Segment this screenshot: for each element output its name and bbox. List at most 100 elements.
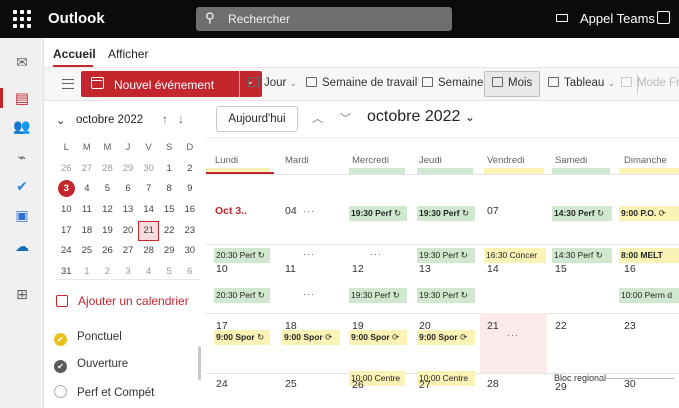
calendar-event[interactable]: 9:00 Spor ⟳ — [282, 330, 340, 345]
mini-calendar-day[interactable]: 13 — [118, 200, 139, 221]
tab-accueil[interactable]: Accueil — [53, 47, 96, 61]
date-label[interactable]: 11 — [285, 263, 296, 275]
mini-calendar-today[interactable]: 3 — [56, 179, 77, 200]
mini-calendar-day[interactable]: 20 — [118, 221, 139, 242]
scrollbar[interactable] — [198, 346, 201, 380]
calendar-item-ouverture[interactable]: ✔ Ouverture — [54, 358, 128, 373]
more-events[interactable]: ··· — [370, 249, 382, 259]
calendar-event[interactable]: 9:00 P.O. ⟳ — [619, 206, 679, 221]
date-label[interactable]: 24 — [216, 378, 228, 390]
mini-calendar-day[interactable]: 10 — [56, 200, 77, 221]
collapse-chevron-icon[interactable]: ⌄ — [56, 114, 65, 127]
date-label[interactable]: 25 — [285, 378, 297, 390]
mini-calendar-day[interactable]: 27 — [118, 241, 139, 262]
board-button[interactable]: Tableau ⌄ — [548, 77, 615, 89]
month-title[interactable]: octobre 2022 ⌄ — [367, 108, 475, 126]
date-label[interactable]: 04 — [285, 205, 297, 217]
people-icon[interactable]: 👥 — [11, 115, 33, 137]
mini-calendar-day[interactable]: 29 — [159, 241, 180, 262]
mini-calendar-day[interactable]: 23 — [179, 221, 200, 242]
mini-calendar-day[interactable]: 14 — [138, 200, 159, 221]
next-month-icon[interactable]: ﹀ — [340, 110, 351, 126]
calendar-event[interactable]: 9:00 Spor ⟳ — [349, 330, 407, 345]
calendar-event[interactable]: 19:30 Perf ↻ — [417, 288, 475, 303]
mini-calendar-day[interactable]: 24 — [56, 241, 77, 262]
calendar-event[interactable]: 19:30 Perf ↻ — [417, 206, 475, 221]
mini-calendar-day[interactable]: 11 — [77, 200, 98, 221]
calendar-event[interactable]: 10:00 Perm d — [619, 288, 679, 303]
date-label[interactable]: 29 — [555, 381, 567, 393]
calendar-item-ponctuel[interactable]: ✔ Ponctuel — [54, 331, 122, 346]
more-events[interactable]: ··· — [303, 249, 315, 259]
split-view-button[interactable]: Mode Fra — [621, 77, 679, 89]
week-view-button[interactable]: Semaine — [422, 77, 483, 89]
mini-calendar-day[interactable]: 17 — [56, 221, 77, 242]
app-launcher-icon[interactable] — [12, 9, 32, 29]
mini-calendar-day[interactable]: 7 — [138, 179, 159, 200]
date-label[interactable]: 15 — [555, 263, 567, 275]
teams-icon[interactable]: ▣ — [11, 204, 33, 226]
date-label[interactable]: 07 — [487, 205, 499, 217]
mini-calendar-day[interactable]: 6 — [118, 179, 139, 200]
calendar-icon[interactable]: ▤ — [11, 87, 33, 109]
date-label[interactable]: 14 — [487, 263, 499, 275]
calendar-event[interactable]: 19:30 Perf ↻ — [349, 206, 407, 221]
date-label[interactable]: 13 — [419, 263, 431, 275]
date-label[interactable]: 28 — [487, 378, 499, 390]
date-label[interactable]: 22 — [555, 320, 567, 332]
menu-icon[interactable] — [62, 79, 74, 89]
mini-calendar-day[interactable]: 22 — [159, 221, 180, 242]
today-button[interactable]: Aujourd'hui — [216, 106, 298, 132]
onedrive-icon[interactable]: ☁ — [11, 235, 33, 257]
mini-calendar-day[interactable]: 30 — [179, 241, 200, 262]
add-calendar-button[interactable]: Ajouter un calendrier — [56, 294, 189, 308]
date-label[interactable]: 16 — [624, 263, 636, 275]
more-events[interactable]: ··· — [303, 289, 315, 299]
date-label[interactable]: Oct 3.. — [215, 205, 247, 217]
mini-calendar-day[interactable]: 12 — [97, 200, 118, 221]
calendar-event[interactable]: 14:30 Perf ↻ — [552, 206, 612, 221]
mini-calendar-day[interactable]: 9 — [179, 179, 200, 200]
mini-calendar-day[interactable]: 19 — [97, 221, 118, 242]
mini-calendar-day[interactable]: 25 — [77, 241, 98, 262]
date-label[interactable]: 26 — [352, 379, 364, 391]
calendar-event[interactable]: 9:00 Spor ↻ — [214, 330, 270, 345]
attachment-icon[interactable]: ⌁ — [11, 146, 33, 168]
mini-calendar-day[interactable]: 26 — [56, 159, 77, 180]
mini-calendar-day[interactable]: 27 — [77, 159, 98, 180]
more-events[interactable]: ··· — [303, 206, 315, 216]
mini-calendar-day[interactable]: 2 — [179, 159, 200, 180]
date-label[interactable]: 23 — [624, 320, 636, 332]
mini-calendar-nav[interactable]: ↑↓ — [162, 112, 194, 126]
day-view-button[interactable]: Jour ⌄ — [248, 77, 297, 89]
mail-icon[interactable]: ✉ — [11, 51, 33, 73]
date-label[interactable]: 10 — [216, 263, 228, 275]
mini-calendar-day[interactable]: 29 — [118, 159, 139, 180]
date-label[interactable]: 21 — [487, 320, 499, 332]
date-label[interactable]: 30 — [624, 378, 636, 390]
calendar-event[interactable]: 19:30 Perf ↻ — [417, 248, 475, 263]
apps-icon[interactable]: ⊞ — [11, 283, 33, 305]
calendar-event[interactable]: 20:30 Perf ↻ — [214, 248, 270, 263]
mini-calendar-day[interactable]: 8 — [159, 179, 180, 200]
mini-calendar-day[interactable]: 1 — [159, 159, 180, 180]
teams-call-button[interactable]: Appel Teams — [556, 11, 655, 26]
date-label[interactable]: 27 — [419, 379, 431, 391]
calendar-event[interactable]: 9:00 Spor ⟳ — [417, 330, 475, 345]
date-label[interactable]: 12 — [352, 263, 364, 275]
calendar-event[interactable]: 8:00 MELT — [619, 248, 679, 263]
mini-calendar-day[interactable]: 16 — [179, 200, 200, 221]
calendar-event[interactable]: 19:30 Perf ↻ — [349, 288, 407, 303]
new-event-button[interactable]: Nouvel événement ⌄ — [81, 71, 262, 97]
mini-calendar-day[interactable]: 15 — [159, 200, 180, 221]
mini-calendar-day[interactable]: 28 — [97, 159, 118, 180]
mini-calendar-day[interactable]: 4 — [77, 179, 98, 200]
mini-calendar-selected-day[interactable]: 21 — [138, 220, 159, 242]
tab-afficher[interactable]: Afficher — [108, 47, 148, 61]
todo-icon[interactable]: ✔ — [11, 175, 33, 197]
calendar-item-perf-et-compet[interactable]: Perf et Compét — [54, 385, 154, 399]
mini-calendar-day[interactable]: 30 — [138, 159, 159, 180]
mini-calendar-day[interactable]: 26 — [97, 241, 118, 262]
calendar-event[interactable]: 14:30 Perf ↻ — [552, 248, 612, 263]
chat-icon[interactable] — [657, 11, 670, 24]
